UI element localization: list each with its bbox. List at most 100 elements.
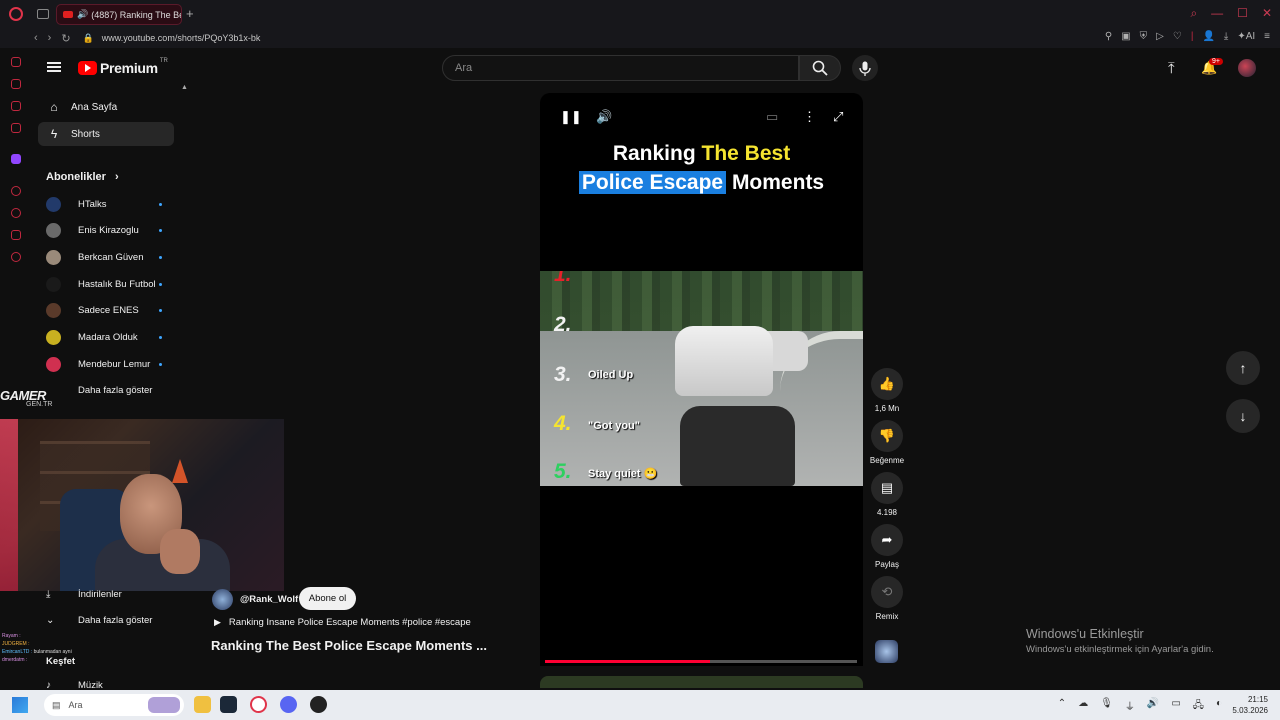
opera-logo-icon[interactable] — [9, 7, 23, 21]
profile-icon[interactable]: 👤 — [1202, 31, 1214, 42]
new-content-dot — [159, 282, 162, 286]
volume-icon[interactable]: 🔊 — [596, 109, 612, 125]
comment-icon[interactable]: ▤ — [871, 472, 903, 504]
remix-action[interactable]: ⟲ Remix — [866, 576, 908, 621]
short-title[interactable]: Ranking The Best Police Escape Moments .… — [211, 638, 487, 653]
audio-icon[interactable]: 🔊 — [77, 9, 88, 20]
channel-name[interactable]: @Rank_Wolf — [240, 594, 298, 605]
opera-gx-icon[interactable] — [250, 696, 267, 713]
channel-avatar[interactable] — [212, 589, 233, 610]
video-progress-bar[interactable] — [545, 660, 857, 663]
like-icon[interactable]: 👍 — [871, 368, 903, 400]
sidebar-sub-madara[interactable]: Madara Olduk — [46, 327, 172, 347]
sound-avatar[interactable] — [875, 640, 898, 663]
chevron-up-icon[interactable]: ⌃ — [1058, 698, 1066, 715]
pin-icon[interactable]: ⚲ — [1105, 31, 1112, 42]
steam-icon[interactable] — [220, 696, 237, 713]
volume-icon[interactable]: 🔊 — [1147, 698, 1159, 715]
dislike-icon[interactable]: 👎 — [871, 420, 903, 452]
guide-menu-icon[interactable] — [47, 62, 61, 72]
extensions-icon[interactable] — [11, 230, 21, 240]
sidebar-sub-enis[interactable]: Enis Kirazoglu — [46, 220, 172, 240]
back-icon[interactable]: ‹ — [34, 32, 38, 45]
search-highlight-icon — [148, 697, 180, 713]
url-field[interactable]: www.youtube.com/shorts/PQoY3b1x-bk — [102, 33, 261, 43]
play-small-icon: ▶ — [214, 617, 221, 627]
subscriptions-heading[interactable]: Abonelikler › — [46, 171, 119, 183]
lock-icon[interactable]: 🔒 — [83, 33, 94, 44]
download-icon[interactable]: ⤓ — [1224, 31, 1228, 42]
search-input[interactable]: Ara — [442, 55, 799, 81]
network-icon[interactable]: 🖧 — [1193, 698, 1204, 715]
settings-icon[interactable] — [11, 252, 21, 262]
search-tabs-icon[interactable]: ⌕ — [1190, 6, 1197, 21]
new-tab-button[interactable]: + — [186, 6, 194, 21]
reload-icon[interactable]: ↻ — [61, 32, 70, 45]
windows-taskbar: ▤ Ara ⌃ ☁ 🎙 ⏚ 🔊 ▭ 🖧 ◐ 21:15 5.03.2026 — [0, 690, 1280, 720]
close-button[interactable]: ✕ — [1262, 6, 1272, 21]
dislike-action[interactable]: 👎 Beğenme — [866, 420, 908, 465]
obs-icon[interactable] — [310, 696, 327, 713]
usb-icon[interactable]: ⏚ — [1125, 698, 1135, 715]
snapshot-icon[interactable]: ▣ — [1121, 31, 1130, 42]
sidebar-sub-mendebur[interactable]: Mendebur Lemur — [46, 354, 172, 374]
search-button[interactable] — [799, 55, 841, 81]
windows-start-icon[interactable] — [12, 697, 28, 713]
menu-icon[interactable]: ≡ — [1264, 31, 1270, 42]
sidebar-sub-htalks[interactable]: HTalks — [46, 194, 172, 214]
microphone-icon[interactable]: 🎙 — [1100, 698, 1113, 715]
fullscreen-icon[interactable]: ⤢ — [833, 109, 843, 125]
clock[interactable]: 21:15 5.03.2026 — [1232, 694, 1268, 716]
shorts-icon: ϟ — [50, 127, 58, 141]
pause-icon[interactable]: ❚❚ — [560, 109, 582, 125]
messenger-icon[interactable] — [11, 101, 21, 111]
more-options-icon[interactable]: ⋮ — [803, 109, 816, 125]
share-action[interactable]: ➦ Paylaş — [866, 524, 908, 569]
voice-search-button[interactable] — [852, 55, 878, 81]
bag-icon[interactable] — [11, 79, 21, 89]
taskbar-search[interactable]: ▤ Ara — [44, 694, 184, 716]
twitch-icon[interactable] — [11, 154, 21, 164]
maximize-button[interactable]: ☐ — [1237, 6, 1248, 21]
next-short-button[interactable]: ↓ — [1226, 399, 1260, 433]
file-explorer-icon[interactable] — [194, 696, 211, 713]
sidebar-sub-sadece-enes[interactable]: Sadece ENES — [46, 300, 172, 320]
share-icon[interactable]: ➦ — [871, 524, 903, 556]
sidebar-show-more-2[interactable]: ⌄ Daha fazla göster — [46, 611, 176, 629]
monitor-icon[interactable]: ▭ — [1171, 698, 1180, 715]
short-description[interactable]: ▶ Ranking Insane Police Escape Moments #… — [214, 617, 471, 628]
cloud-icon[interactable]: ☁ — [1078, 698, 1088, 715]
speaker-icon[interactable]: ◐ — [1216, 698, 1222, 715]
chevron-up-icon[interactable]: ▲ — [181, 84, 188, 91]
speed-dial-icon[interactable] — [11, 57, 21, 67]
tab-islands-icon[interactable] — [37, 9, 49, 19]
minimize-button[interactable]: — — [1211, 6, 1223, 21]
youtube-premium-logo[interactable]: Premium TR — [78, 58, 168, 76]
sidebar-item-shorts[interactable]: ϟ Shorts — [38, 122, 174, 146]
discord-icon[interactable] — [280, 696, 297, 713]
like-action[interactable]: 👍 1,6 Mn — [866, 368, 908, 413]
play-icon[interactable]: ▷ — [1156, 31, 1164, 42]
sidebar-sub-berkcan[interactable]: Berkcan Güven — [46, 247, 172, 267]
history-icon[interactable] — [11, 208, 21, 218]
previous-short-button[interactable]: ↑ — [1226, 351, 1260, 385]
sidebar-item-home[interactable]: ⌂ Ana Sayfa — [38, 95, 174, 119]
account-avatar[interactable] — [1238, 59, 1256, 77]
forward-icon[interactable]: › — [48, 32, 52, 45]
upload-icon[interactable]: ⤒ — [1168, 60, 1175, 77]
remix-icon[interactable]: ⟲ — [871, 576, 903, 608]
sidebar-sub-hastalik[interactable]: Hastalık Bu Futbol — [46, 274, 172, 294]
sidebar-item-downloads[interactable]: ⤓ İndirilenler — [46, 585, 176, 603]
subscribe-button[interactable]: Abone ol — [299, 587, 356, 610]
player-icon[interactable] — [11, 186, 21, 196]
shield-icon[interactable]: ⛨ — [1140, 31, 1148, 42]
heart-icon[interactable]: ♡ — [1173, 31, 1182, 42]
gamer-gen-logo: GAMER GEN.TR — [0, 388, 53, 408]
instagram-icon[interactable] — [11, 123, 21, 133]
browser-tab[interactable]: 🔊 (4887) Ranking The Be — [56, 4, 182, 25]
next-short-preview[interactable] — [540, 676, 863, 688]
comments-action[interactable]: ▤ 4.198 — [866, 472, 908, 517]
captions-icon[interactable]: ▭ — [766, 109, 778, 125]
shorts-player[interactable]: ❚❚ 🔊 ▭ ⋮ ⤢ Ranking The Best Police Escap… — [540, 93, 863, 666]
aria-ai-icon[interactable]: ✦AI — [1237, 31, 1255, 42]
